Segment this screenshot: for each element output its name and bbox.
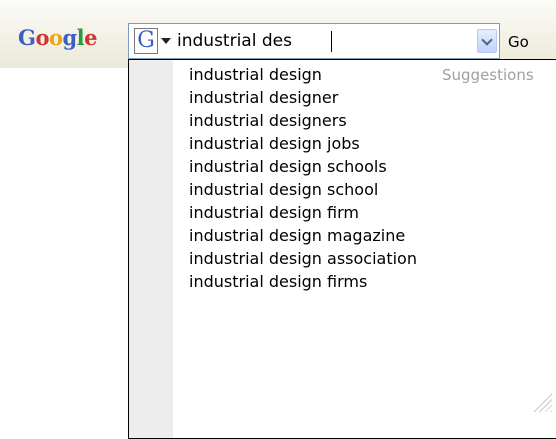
logo-letter: l bbox=[76, 25, 85, 50]
go-button[interactable]: Go bbox=[508, 25, 529, 59]
history-dropdown-button[interactable] bbox=[477, 29, 497, 53]
suggestion-item[interactable]: industrial design firm bbox=[189, 201, 417, 224]
suggestion-item[interactable]: industrial design school bbox=[189, 178, 417, 201]
suggestion-item[interactable]: industrial designer bbox=[189, 86, 417, 109]
suggestions-dropdown: Suggestions industrial design industrial… bbox=[128, 59, 556, 439]
suggestions-header: Suggestions bbox=[442, 66, 534, 84]
suggestion-item[interactable]: industrial design bbox=[189, 63, 417, 86]
suggestion-item[interactable]: industrial design schools bbox=[189, 155, 417, 178]
logo-letter: e bbox=[84, 25, 98, 50]
suggestion-item[interactable]: industrial designers bbox=[189, 109, 417, 132]
search-input[interactable] bbox=[177, 24, 417, 58]
google-toolbar: Google G Go bbox=[0, 0, 556, 68]
search-box[interactable]: G bbox=[128, 23, 500, 59]
suggestion-item[interactable]: industrial design firms bbox=[189, 270, 417, 293]
logo-letter: o bbox=[35, 25, 49, 50]
logo-letter: o bbox=[48, 25, 63, 50]
suggestion-item[interactable]: industrial design jobs bbox=[189, 132, 417, 155]
suggestions-gutter bbox=[129, 60, 173, 438]
logo-letter: g bbox=[62, 25, 77, 50]
text-caret bbox=[331, 31, 332, 52]
google-logo[interactable]: Google bbox=[18, 25, 98, 50]
suggestion-list: industrial design industrial designer in… bbox=[189, 63, 417, 293]
engine-menu-arrow-icon[interactable] bbox=[161, 38, 171, 44]
chevron-down-icon bbox=[481, 34, 493, 46]
suggestion-item[interactable]: industrial design magazine bbox=[189, 224, 417, 247]
suggestion-item[interactable]: industrial design association bbox=[189, 247, 417, 270]
logo-letter: G bbox=[18, 25, 36, 50]
google-g-icon[interactable]: G bbox=[134, 28, 158, 54]
